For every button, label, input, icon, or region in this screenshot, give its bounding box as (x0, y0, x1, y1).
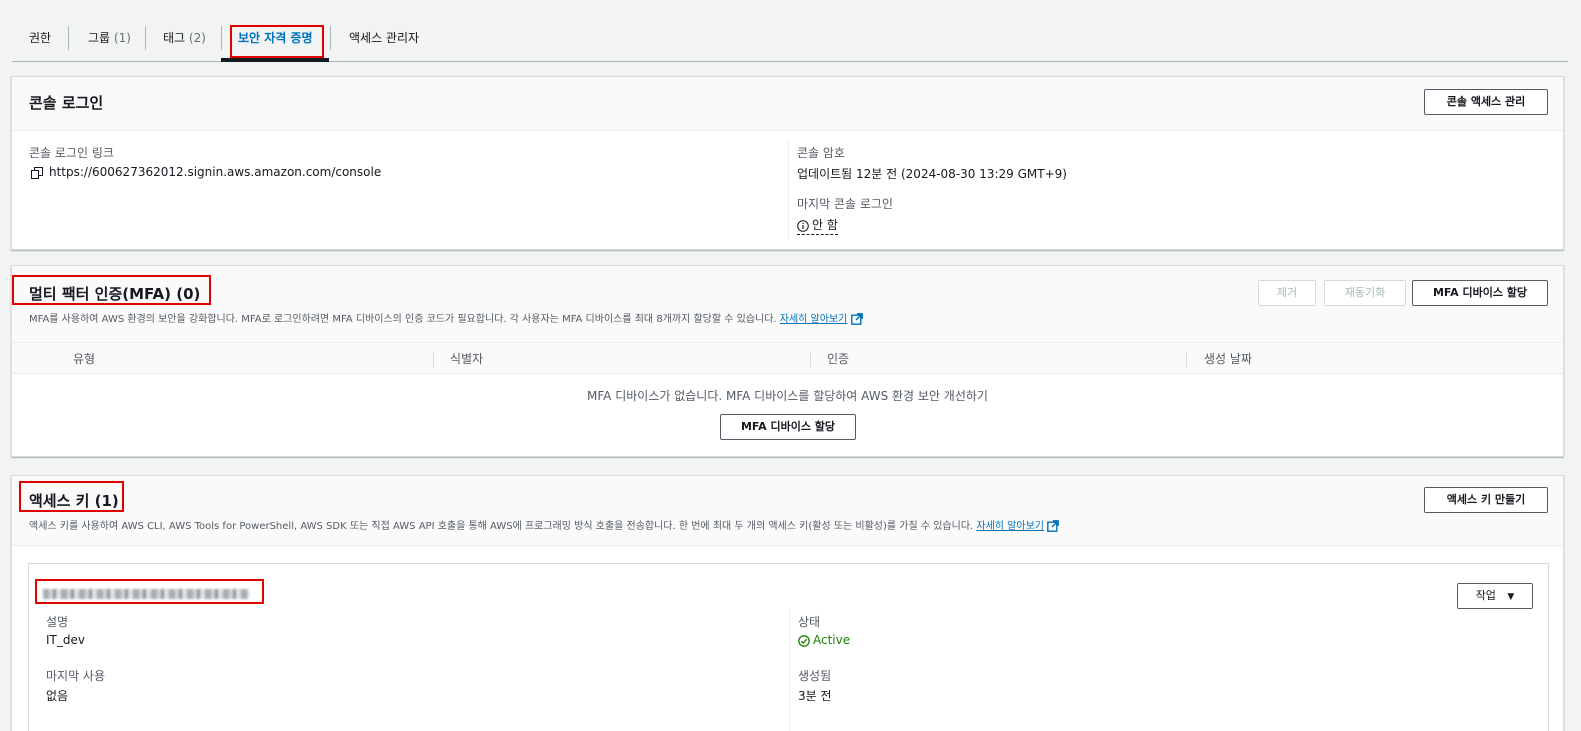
console-signin-panel: 콘솔 로그인 콘솔 액세스 관리 콘솔 로그인 링크 https://60062… (11, 76, 1564, 250)
console-link-label: 콘솔 로그인 링크 (29, 146, 114, 160)
key-status: Active (798, 633, 850, 647)
caret-down-icon: ▼ (1507, 592, 1515, 602)
tab-permissions[interactable]: 권한 (29, 26, 51, 50)
learn-more-link[interactable]: 자세히 알아보기 (976, 521, 1044, 532)
tab-divider (145, 26, 146, 50)
column-divider (789, 608, 790, 731)
key-description-value: IT_dev (46, 633, 85, 647)
tab-divider (221, 26, 222, 50)
key-last-used-label: 마지막 사용 (46, 669, 106, 683)
resync-mfa-button[interactable]: 재동기화 (1324, 280, 1406, 306)
access-keys-description: 액세스 키를 사용하여 AWS CLI, AWS Tools for Power… (29, 517, 1060, 532)
info-icon (797, 219, 809, 232)
mfa-description: MFA를 사용하여 AWS 환경의 보안을 강화합니다. MFA로 로그인하려면… (29, 310, 863, 325)
key-created-label: 생성됨 (798, 669, 832, 683)
tab-divider (68, 26, 69, 50)
column-certification[interactable]: 인증 (827, 343, 849, 375)
learn-more-link[interactable]: 자세히 알아보기 (780, 314, 848, 325)
access-keys-panel: 액세스 키 (1) 액세스 키를 사용하여 AWS CLI, AWS Tools… (11, 475, 1564, 731)
actions-button[interactable]: 작업 ▼ (1457, 583, 1533, 609)
last-console-login-label: 마지막 콘솔 로그인 (797, 197, 893, 211)
assign-mfa-button[interactable]: MFA 디바이스 할당 (1412, 280, 1548, 306)
column-divider (788, 139, 789, 239)
console-password-label: 콘솔 암호 (797, 146, 845, 160)
manage-console-access-button[interactable]: 콘솔 액세스 관리 (1424, 89, 1548, 115)
key-last-used-value: 없음 (46, 689, 69, 703)
panel-header (12, 476, 1563, 546)
tab-divider (330, 26, 331, 50)
mfa-table-header: 유형 식별자 인증 생성 날짜 (12, 342, 1563, 374)
column-created-date[interactable]: 생성 날짜 (1204, 343, 1252, 375)
assign-mfa-empty-button[interactable]: MFA 디바이스 할당 (720, 414, 856, 440)
panel-header (12, 77, 1563, 131)
tab-access-advisor[interactable]: 액세스 관리자 (349, 26, 419, 50)
success-check-icon (798, 634, 810, 647)
active-tab-indicator (221, 58, 329, 62)
mfa-empty-text: MFA 디바이스가 없습니다. MFA 디바이스를 할당하여 AWS 환경 보안… (587, 389, 988, 403)
remove-mfa-button[interactable]: 제거 (1258, 280, 1316, 306)
panel-title: 멀티 팩터 인증(MFA) (0) (29, 285, 201, 303)
redacted-access-key-id (43, 589, 249, 599)
key-description-label: 설명 (46, 615, 69, 629)
column-divider (433, 351, 434, 367)
console-password-value: 업데이트됨 12분 전 (2024-08-30 13:29 GMT+9) (797, 167, 1067, 181)
external-link-icon[interactable] (850, 313, 863, 325)
create-access-key-button[interactable]: 액세스 키 만들기 (1424, 487, 1548, 513)
tab-bar: 권한 그룹 (1) 태그 (2) 보안 자격 증명 액세스 관리자 (12, 0, 1568, 62)
tab-security-credentials[interactable]: 보안 자격 증명 (238, 26, 313, 50)
column-identifier[interactable]: 식별자 (450, 343, 483, 375)
console-link-value: https://600627362012.signin.aws.amazon.c… (49, 165, 382, 179)
tab-tags[interactable]: 태그 (2) (163, 26, 206, 50)
column-divider (810, 351, 811, 367)
tab-groups[interactable]: 그룹 (1) (88, 26, 131, 50)
external-link-icon[interactable] (1047, 520, 1060, 532)
last-console-login[interactable]: 안 함 (797, 216, 838, 235)
mfa-panel: 멀티 팩터 인증(MFA) (0) MFA를 사용하여 AWS 환경의 보안을 … (11, 265, 1564, 457)
column-type[interactable]: 유형 (73, 343, 95, 375)
panel-title: 콘솔 로그인 (29, 94, 104, 112)
last-console-login-value: 안 함 (812, 218, 838, 232)
key-created-value: 3분 전 (798, 689, 832, 703)
access-key-card: 작업 ▼ 설명 IT_dev 마지막 사용 없음 상태 Active 생성됨 3… (28, 563, 1549, 731)
column-divider (1186, 351, 1187, 367)
console-link-row: https://600627362012.signin.aws.amazon.c… (31, 165, 381, 179)
copy-icon[interactable] (31, 166, 43, 179)
panel-title: 액세스 키 (1) (29, 492, 119, 510)
key-status-label: 상태 (798, 615, 821, 629)
key-status-value: Active (813, 633, 851, 647)
